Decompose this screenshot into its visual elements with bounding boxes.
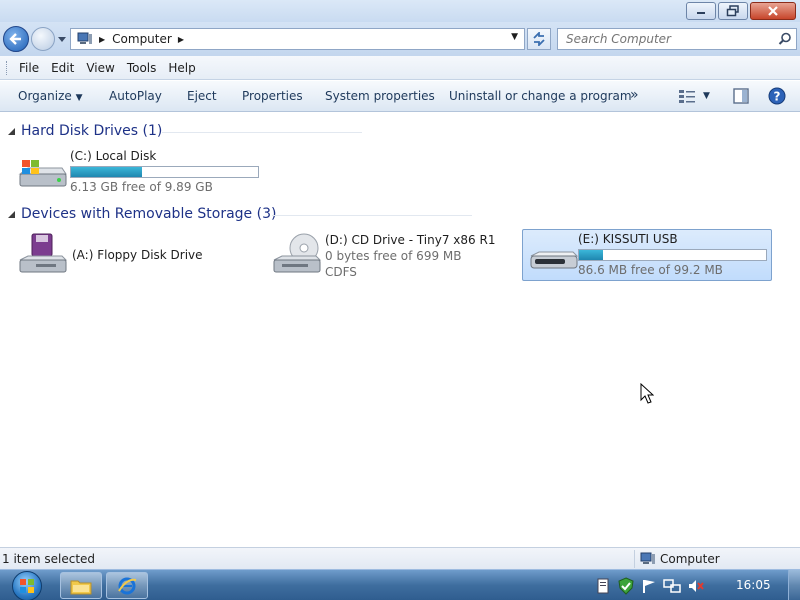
computer-icon	[640, 552, 655, 564]
title-bar	[0, 0, 800, 22]
start-button[interactable]	[8, 570, 46, 600]
menu-edit[interactable]: Edit	[51, 61, 74, 75]
drive-free-space: 86.6 MB free of 99.2 MB	[578, 263, 723, 277]
more-commands-button[interactable]: »	[630, 87, 639, 103]
breadcrumb-arrow-icon[interactable]: ▶	[178, 35, 184, 44]
status-divider	[634, 550, 635, 568]
search-input[interactable]	[558, 29, 768, 49]
autoplay-button[interactable]: AutoPlay	[109, 89, 162, 103]
selection-count: 1 item selected	[2, 552, 96, 566]
menu-file[interactable]: File	[19, 61, 39, 75]
drive-d-cd-drive[interactable]: (D:) CD Drive - Tiny7 x86 R1 0 bytes fre…	[270, 230, 520, 280]
system-clock[interactable]: 16:05	[736, 578, 771, 592]
drive-filesystem: CDFS	[325, 265, 357, 279]
minimize-button[interactable]	[686, 2, 716, 20]
show-desktop-button[interactable]	[788, 570, 800, 600]
hard-drive-icon	[18, 160, 67, 187]
organize-button[interactable]: Organize ▼	[18, 89, 83, 103]
drive-free-space: 6.13 GB free of 9.89 GB	[70, 180, 213, 194]
group-label: Devices with Removable Storage (3)	[21, 206, 277, 222]
drive-usage-fill	[579, 250, 604, 260]
window-buttons	[686, 2, 796, 20]
taskbar-internet-explorer[interactable]	[106, 572, 148, 599]
menu-grip	[6, 60, 9, 75]
folder-icon	[70, 580, 92, 594]
windows-logo-icon	[12, 570, 42, 600]
status-bar: 1 item selected Computer	[0, 547, 800, 569]
status-location: Computer	[660, 552, 720, 566]
restore-icon	[726, 5, 739, 17]
help-icon[interactable]: ?	[768, 87, 786, 105]
collapse-triangle-icon[interactable]	[8, 128, 15, 135]
view-options-dropdown-icon[interactable]: ▼	[703, 91, 710, 101]
recent-pages-dropdown-icon[interactable]	[57, 34, 67, 44]
mouse-cursor-icon	[640, 383, 654, 404]
minimize-icon	[697, 12, 705, 14]
group-header-hard-disks[interactable]: Hard Disk Drives (1)	[0, 122, 800, 142]
eject-button[interactable]: Eject	[187, 89, 217, 103]
command-bar: Organize ▼ AutoPlay Eject Properties Sys…	[0, 81, 800, 112]
group-header-removable[interactable]: Devices with Removable Storage (3)	[0, 205, 800, 225]
properties-button[interactable]: Properties	[242, 89, 303, 103]
group-label: Hard Disk Drives (1)	[21, 123, 163, 139]
drive-usage-fill	[71, 167, 143, 177]
drive-name: (C:) Local Disk	[70, 149, 157, 163]
security-shield-icon[interactable]	[617, 576, 635, 595]
preview-pane-icon[interactable]	[733, 88, 749, 104]
floppy-drive-icon	[19, 233, 68, 273]
change-view-icon[interactable]	[678, 88, 696, 104]
drive-e-kissuti-usb[interactable]: (E:) KISSUTI USB 86.6 MB free of 99.2 MB	[522, 229, 772, 281]
drive-list: Hard Disk Drives (1) (C:) Local Disk 6.1…	[0, 112, 800, 547]
close-button[interactable]	[750, 2, 796, 20]
close-icon	[768, 6, 778, 16]
action-center-flag-icon[interactable]	[641, 578, 657, 594]
group-divider	[162, 132, 362, 133]
internet-explorer-icon	[118, 577, 137, 594]
group-divider	[272, 215, 472, 216]
address-bar[interactable]: ▶ Computer ▶ ▼	[70, 28, 525, 50]
usb-drive-icon	[530, 251, 579, 269]
search-icon[interactable]	[778, 32, 792, 46]
menu-help[interactable]: Help	[168, 61, 195, 75]
system-properties-button[interactable]: System properties	[325, 89, 435, 103]
breadcrumb-computer[interactable]: Computer	[112, 32, 172, 46]
menu-bar: File Edit View Tools Help	[0, 56, 800, 80]
organize-label: Organize	[18, 89, 72, 103]
drive-usage-bar	[70, 166, 259, 178]
drive-usage-bar	[578, 249, 767, 261]
cd-drive-icon	[273, 233, 322, 273]
drive-a-floppy[interactable]: (A:) Floppy Disk Drive	[16, 230, 256, 280]
menu-tools[interactable]: Tools	[127, 61, 157, 75]
maximize-button[interactable]	[718, 2, 748, 20]
notification-area	[595, 570, 705, 600]
search-box[interactable]	[557, 28, 797, 50]
navigation-bar: ▶ Computer ▶ ▼	[0, 22, 800, 56]
drive-name: (D:) CD Drive - Tiny7 x86 R1	[325, 233, 496, 247]
svg-text:?: ?	[774, 90, 781, 104]
refresh-icon	[533, 32, 545, 46]
taskbar: 16:05	[0, 569, 800, 600]
taskbar-explorer[interactable]	[60, 572, 102, 599]
drive-free-space: 0 bytes free of 699 MB	[325, 249, 462, 263]
drive-name: (A:) Floppy Disk Drive	[72, 248, 203, 262]
refresh-button[interactable]	[527, 28, 551, 50]
uninstall-program-button[interactable]: Uninstall or change a program	[449, 89, 632, 103]
drive-c-local-disk[interactable]: (C:) Local Disk 6.13 GB free of 9.89 GB	[16, 146, 266, 196]
network-icon[interactable]	[663, 578, 681, 594]
chevron-down-icon: ▼	[75, 93, 83, 103]
menu-view[interactable]: View	[86, 61, 114, 75]
forward-button[interactable]	[31, 27, 55, 51]
computer-icon	[77, 32, 92, 44]
collapse-triangle-icon[interactable]	[8, 211, 15, 218]
back-arrow-icon	[9, 33, 21, 45]
back-button[interactable]	[3, 26, 29, 52]
address-dropdown-icon[interactable]: ▼	[511, 32, 518, 42]
breadcrumb-arrow-icon[interactable]: ▶	[99, 35, 105, 44]
drive-name: (E:) KISSUTI USB	[578, 232, 678, 246]
volume-muted-icon[interactable]	[687, 578, 705, 594]
document-icon[interactable]	[595, 578, 611, 594]
